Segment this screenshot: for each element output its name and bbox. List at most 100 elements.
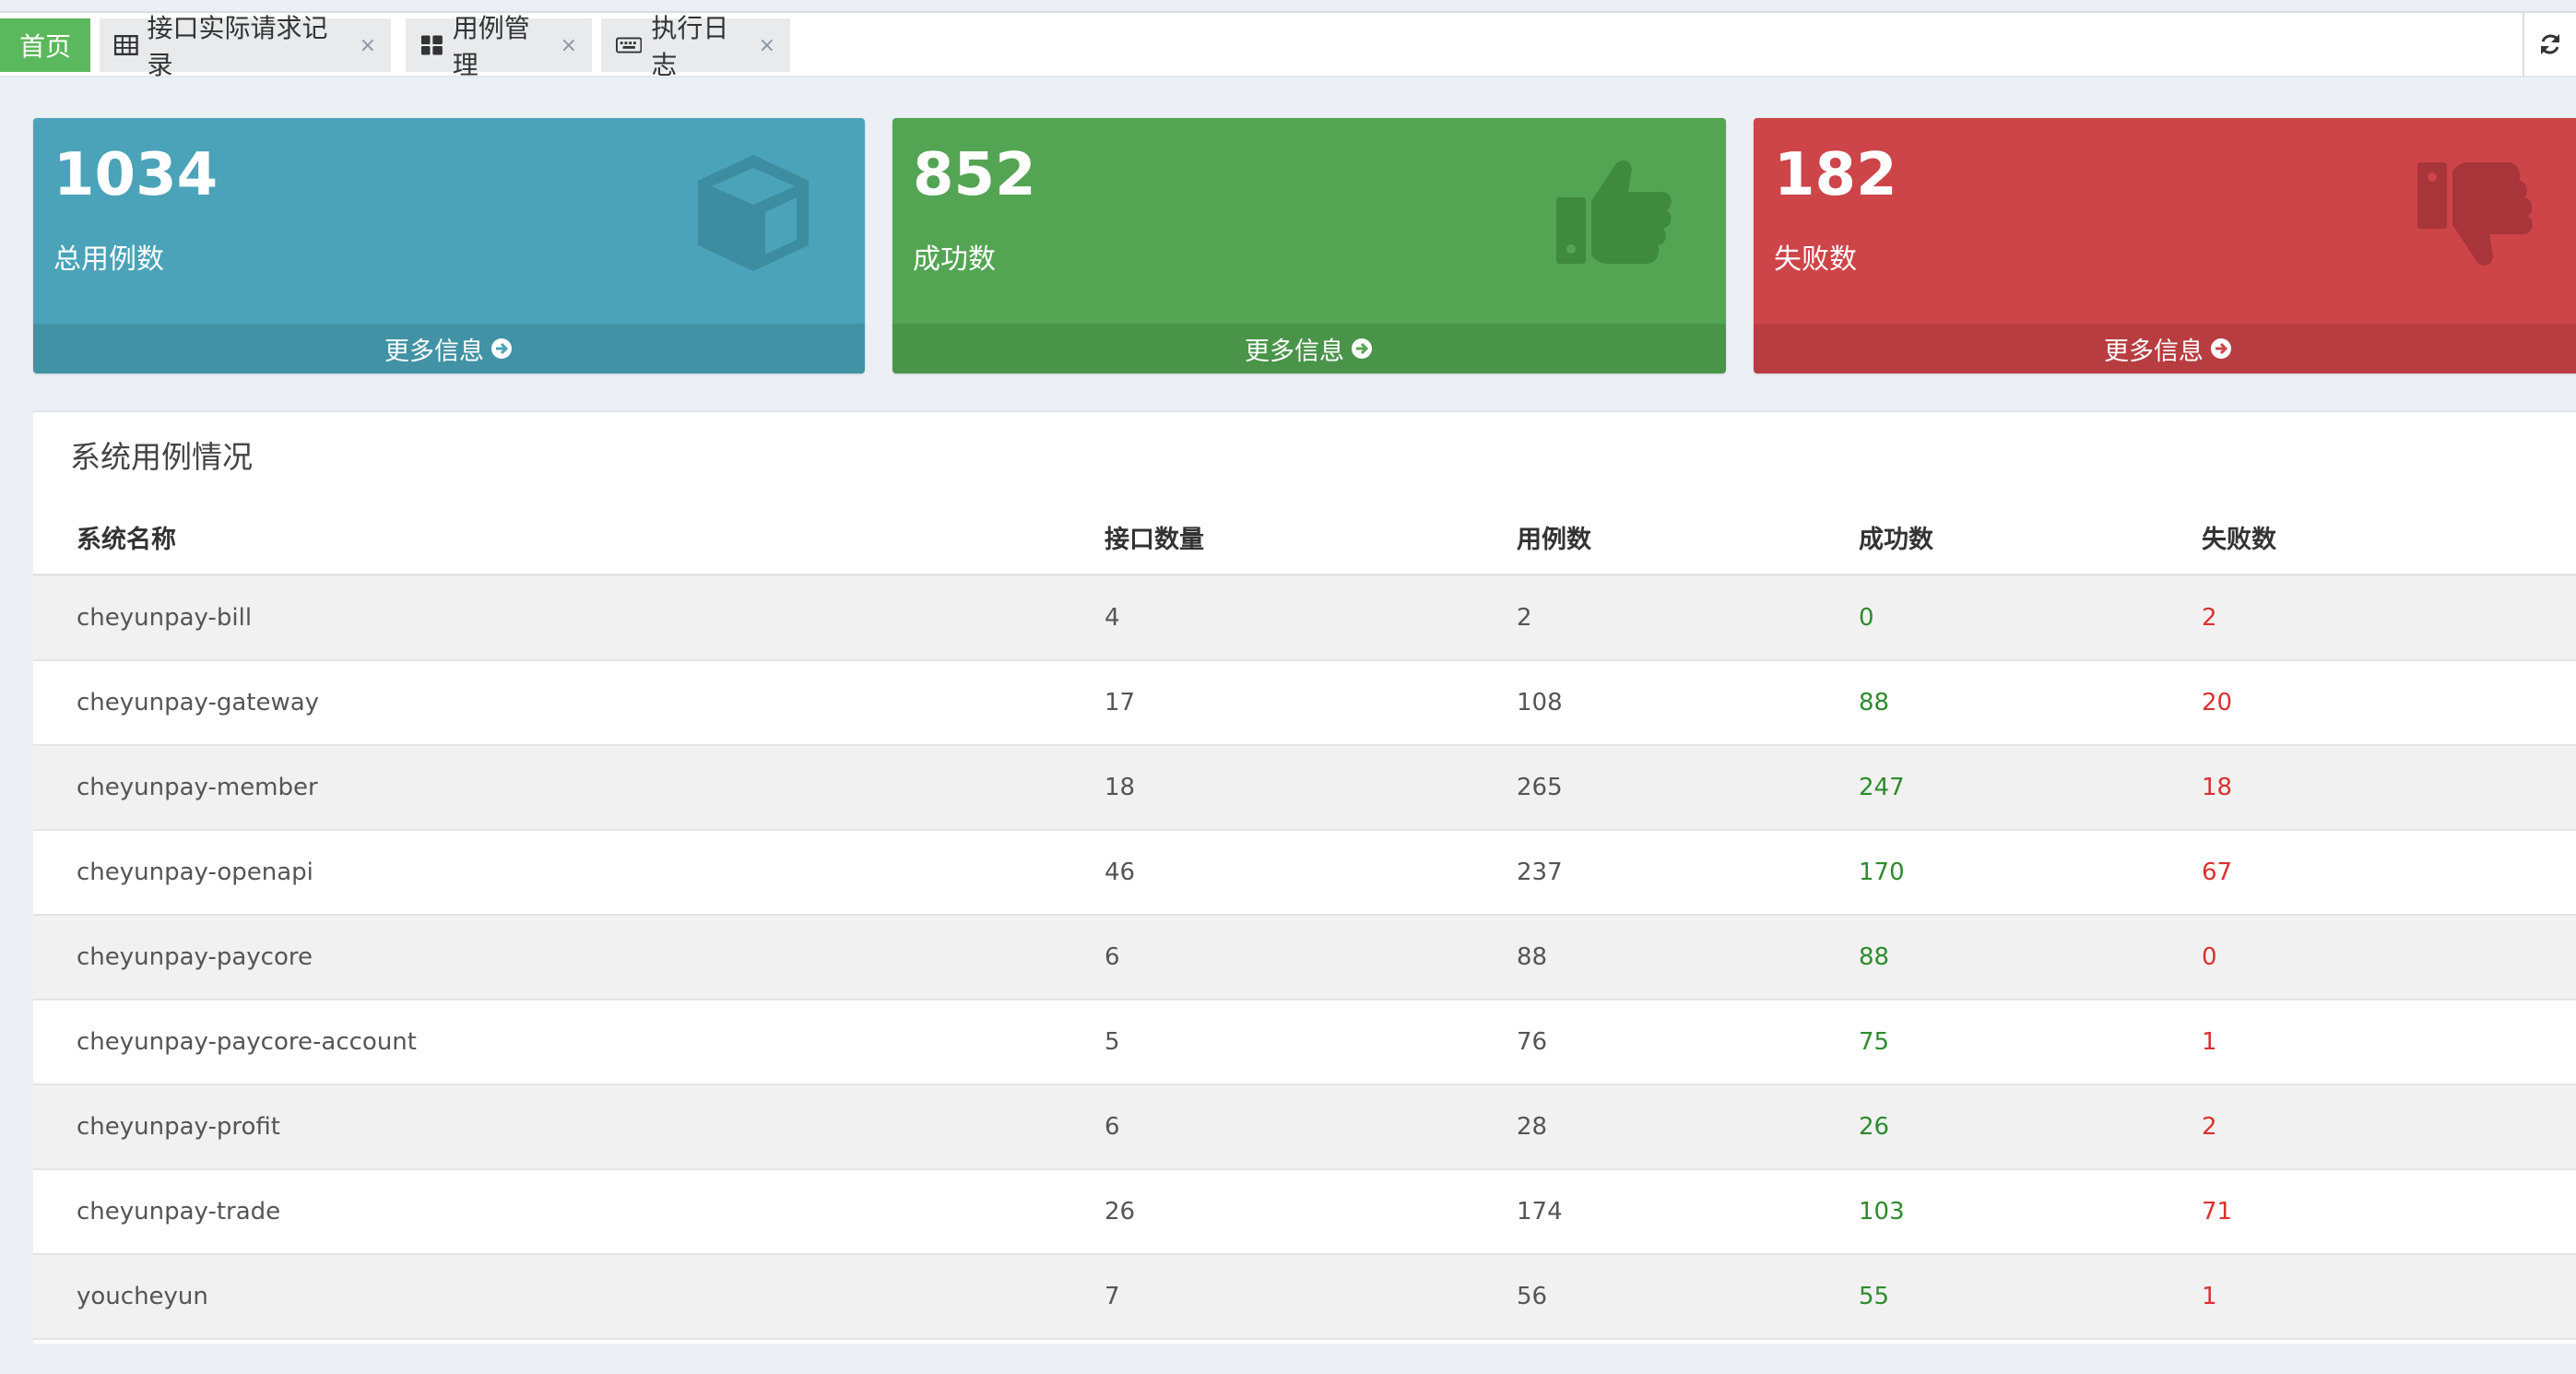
table-row[interactable]: cheyunpay-openapi 46 237 170 67 [33,831,2576,916]
cell-api-count: 6 [1105,1113,1120,1141]
stat-fail-more-label: 更多信息 [2104,337,2204,366]
stat-success-more-label: 更多信息 [1245,337,1344,366]
cell-success-count: 0 [1859,604,1874,632]
system-cases-panel: 系统用例情况 系统名称 接口数量 用例数 成功数 失败数 cheyunpay-b… [33,410,2576,1344]
grid-icon [420,35,443,55]
arrow-circle-right-icon [2211,338,2231,359]
cell-success-count: 88 [1859,689,1890,717]
cell-success-count: 103 [1859,1198,1905,1226]
cell-system-name: cheyunpay-bill [77,604,253,632]
thumbs-up-icon [1556,160,1672,264]
cell-system-name: cheyunpay-gateway [77,689,320,717]
tab-home[interactable]: 首页 [0,18,90,72]
stat-success-label: 成功数 [913,243,996,276]
refresh-button[interactable] [2523,13,2576,76]
close-icon[interactable]: × [561,34,577,57]
cell-success-count: 247 [1859,774,1905,801]
table-row[interactable]: youcheyun 7 56 55 1 [33,1255,2576,1340]
tab-execution-log-label: 执行日志 [651,13,729,80]
tab-case-management-label: 用例管理 [452,13,530,80]
stat-success-more-link[interactable]: 更多信息 [892,324,1726,373]
table-header: 系统名称 接口数量 用例数 成功数 失败数 [33,504,2576,576]
table-row[interactable]: cheyunpay-paycore 6 88 88 0 [33,916,2576,1001]
cell-system-name: cheyunpay-paycore-account [77,1028,417,1056]
cell-case-count: 28 [1517,1113,1548,1141]
cell-fail-count: 1 [2202,1283,2217,1310]
cell-case-count: 56 [1517,1283,1548,1310]
stat-fail-label: 失败数 [1774,243,1857,276]
cell-case-count: 265 [1517,774,1563,801]
column-header-api-count[interactable]: 接口数量 [1105,519,1204,555]
cell-case-count: 2 [1517,604,1532,632]
tab-home-label: 首页 [18,31,71,62]
stat-success-value: 852 [913,141,1036,209]
cell-case-count: 88 [1517,943,1548,971]
tab-execution-log[interactable]: 执行日志 × [601,13,790,80]
table-row[interactable]: cheyunpay-profit 6 28 26 2 [33,1085,2576,1170]
tab-case-management[interactable]: 用例管理 × [406,13,592,80]
tab-bar: 首页 接口实际请求记录 × 用例管理 × 执行日志 × [0,11,2576,80]
stat-fail-value: 182 [1774,141,1897,209]
stat-box-success: 852 成功数 更多信息 [892,118,1726,373]
stat-box-fail: 182 失败数 更多信息 [1754,118,2576,373]
keyboard-icon [616,37,643,53]
cell-system-name: cheyunpay-trade [77,1198,281,1226]
table-row[interactable]: cheyunpay-bill 4 2 0 2 [33,576,2576,661]
thumbs-down-icon [2417,162,2533,266]
cell-api-count: 17 [1105,689,1136,717]
cell-fail-count: 2 [2202,604,2217,632]
stat-total-value: 1034 [53,141,219,209]
stat-total-more-link[interactable]: 更多信息 [33,324,865,373]
table-row[interactable]: cheyunpay-paycore-account 5 76 75 1 [33,1001,2576,1085]
cell-case-count: 174 [1517,1198,1563,1226]
cell-fail-count: 0 [2202,943,2217,971]
close-icon[interactable]: × [759,34,775,57]
cell-api-count: 6 [1105,943,1120,971]
cell-api-count: 4 [1105,604,1120,632]
cube-icon [698,155,809,271]
arrow-circle-right-icon [1352,338,1372,359]
table-icon [114,35,138,55]
arrow-circle-right-icon [491,338,512,359]
cell-fail-count: 67 [2202,859,2233,886]
cell-api-count: 7 [1105,1283,1120,1310]
cell-api-count: 5 [1105,1028,1120,1056]
panel-title: 系统用例情况 [70,439,253,475]
cell-system-name: cheyunpay-paycore [77,943,313,971]
cell-case-count: 76 [1517,1028,1548,1056]
cell-success-count: 26 [1859,1113,1890,1141]
cell-success-count: 170 [1859,859,1905,886]
cell-success-count: 55 [1859,1283,1890,1310]
column-header-fail-count[interactable]: 失败数 [2202,519,2276,555]
cell-success-count: 75 [1859,1028,1890,1056]
table-row[interactable]: cheyunpay-trade 26 174 103 71 [33,1170,2576,1255]
refresh-icon [2541,34,2559,54]
cell-fail-count: 20 [2202,689,2233,717]
cell-system-name: cheyunpay-member [77,774,318,801]
cell-fail-count: 2 [2202,1113,2217,1141]
cell-system-name: youcheyun [77,1283,208,1310]
column-header-case-count[interactable]: 用例数 [1517,519,1591,555]
cell-api-count: 18 [1105,774,1136,801]
cell-fail-count: 18 [2202,774,2233,801]
column-header-success-count[interactable]: 成功数 [1859,519,1933,555]
cell-success-count: 88 [1859,943,1890,971]
table-row[interactable]: cheyunpay-member 18 265 247 18 [33,746,2576,831]
cell-case-count: 108 [1517,689,1563,717]
close-icon[interactable]: × [360,34,376,57]
cell-system-name: cheyunpay-openapi [77,859,313,886]
cell-fail-count: 71 [2202,1198,2233,1226]
tab-request-records-label: 接口实际请求记录 [147,13,328,80]
tab-request-records[interactable]: 接口实际请求记录 × [100,13,391,80]
stat-total-more-label: 更多信息 [384,337,484,366]
cell-fail-count: 1 [2202,1028,2217,1056]
table-row[interactable]: cheyunpay-gateway 17 108 88 20 [33,661,2576,746]
cell-system-name: cheyunpay-profit [77,1113,280,1141]
stat-total-label: 总用例数 [53,243,164,276]
column-header-system-name[interactable]: 系统名称 [77,519,176,555]
stat-fail-more-link[interactable]: 更多信息 [1754,324,2576,373]
cell-api-count: 46 [1105,859,1136,886]
cell-case-count: 237 [1517,859,1563,886]
stat-box-total: 1034 总用例数 更多信息 [33,118,865,373]
cell-api-count: 26 [1105,1198,1136,1226]
